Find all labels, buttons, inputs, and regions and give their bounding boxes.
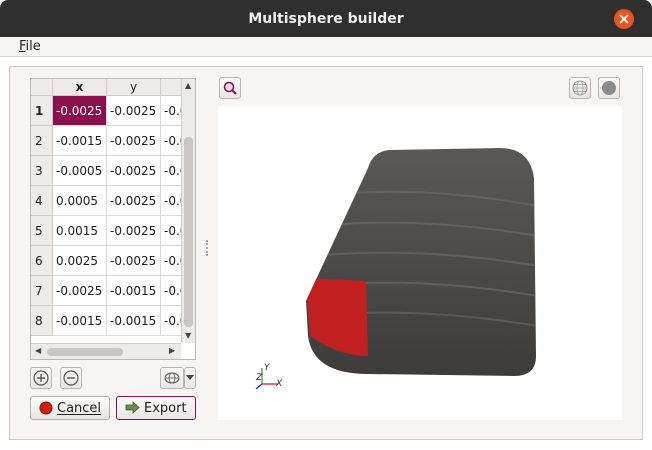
wireframe-sphere-icon: [572, 80, 588, 96]
svg-text:Z: Z: [255, 373, 263, 383]
3d-viewport[interactable]: Y Z X: [218, 106, 622, 420]
scroll-down-icon[interactable]: ▼: [185, 331, 191, 340]
stop-icon: [39, 401, 53, 415]
table-cell-x[interactable]: -0.0025: [53, 276, 107, 306]
table-cell-x[interactable]: 0.0015: [53, 216, 107, 246]
title-bar: Multisphere builder: [0, 0, 652, 37]
table-cell-x[interactable]: -0.0015: [53, 306, 107, 336]
scroll-right-icon[interactable]: ▶: [169, 346, 175, 355]
solid-sphere-icon: [602, 81, 616, 95]
solid-view-button[interactable]: [598, 77, 620, 99]
close-button[interactable]: [614, 9, 634, 29]
zoom-fit-button[interactable]: [219, 77, 241, 99]
app-window: Multisphere builder File x y 1 -0.0025 -0.…: [0, 0, 652, 450]
magnifier-icon: [223, 81, 237, 95]
column-header-y[interactable]: y: [107, 79, 161, 96]
row-header[interactable]: 8: [31, 306, 53, 336]
table-cell-x[interactable]: 0.0025: [53, 246, 107, 276]
table-cell-y[interactable]: -0.0025: [107, 96, 161, 126]
row-header[interactable]: 1: [31, 96, 53, 126]
plus-icon: [33, 370, 49, 386]
scroll-up-icon[interactable]: ▲: [185, 81, 191, 90]
svg-text:Y: Y: [264, 363, 271, 373]
vertical-scrollbar[interactable]: ▲ ▼: [181, 79, 195, 343]
sphere-mesh-icon: [164, 372, 180, 384]
table-cell-x[interactable]: 0.0005: [53, 186, 107, 216]
table-corner[interactable]: [31, 79, 53, 96]
cancel-label: Cancel: [57, 400, 102, 416]
menu-file[interactable]: File: [19, 39, 41, 54]
row-header[interactable]: 7: [31, 276, 53, 306]
column-header-x[interactable]: x: [53, 79, 107, 96]
table-cell-x[interactable]: -0.0025: [53, 96, 107, 126]
multisphere-render: Y Z X: [255, 148, 536, 390]
menu-bar: File: [0, 37, 652, 57]
row-header[interactable]: 3: [31, 156, 53, 186]
row-header[interactable]: 6: [31, 246, 53, 276]
display-mode-dropdown[interactable]: [184, 367, 196, 389]
add-row-button[interactable]: [30, 367, 52, 389]
remove-row-button[interactable]: [60, 367, 82, 389]
table-cell-y[interactable]: -0.0025: [107, 216, 161, 246]
export-arrow-icon: [125, 401, 140, 414]
export-button[interactable]: Export: [116, 396, 196, 420]
table-cell-y[interactable]: -0.0025: [107, 156, 161, 186]
sphere-table[interactable]: x y 1 -0.0025 -0.0025 -0.0 2 -0.0015 -0.0025 -0…: [30, 78, 196, 360]
table-cell-y[interactable]: -0.0025: [107, 186, 161, 216]
axes-indicator: Y Z X: [255, 363, 283, 390]
scroll-left-icon[interactable]: ◀: [35, 346, 41, 355]
panel-splitter[interactable]: [206, 240, 208, 256]
minus-icon: [63, 370, 79, 386]
table-cell-x[interactable]: -0.0005: [53, 156, 107, 186]
table-cell-y[interactable]: -0.0015: [107, 276, 161, 306]
horizontal-scroll-thumb[interactable]: [47, 348, 123, 356]
svg-text:X: X: [275, 379, 283, 389]
display-mode-button[interactable]: [160, 367, 184, 389]
wireframe-view-button[interactable]: [569, 77, 591, 99]
row-header[interactable]: 2: [31, 126, 53, 156]
table-cell-y[interactable]: -0.0025: [107, 246, 161, 276]
window-title: Multisphere builder: [248, 10, 404, 27]
export-label: Export: [144, 400, 187, 416]
close-icon: [619, 14, 629, 24]
table-cell-y[interactable]: -0.0025: [107, 126, 161, 156]
row-header[interactable]: 4: [31, 186, 53, 216]
horizontal-scrollbar[interactable]: ◀ ▶: [31, 343, 181, 359]
vertical-scroll-thumb[interactable]: [184, 137, 193, 327]
table-cell-x[interactable]: -0.0015: [53, 126, 107, 156]
row-header[interactable]: 5: [31, 216, 53, 246]
table-cell-y[interactable]: -0.0015: [107, 306, 161, 336]
chevron-down-icon: [186, 375, 194, 380]
cancel-button[interactable]: Cancel: [30, 396, 110, 420]
